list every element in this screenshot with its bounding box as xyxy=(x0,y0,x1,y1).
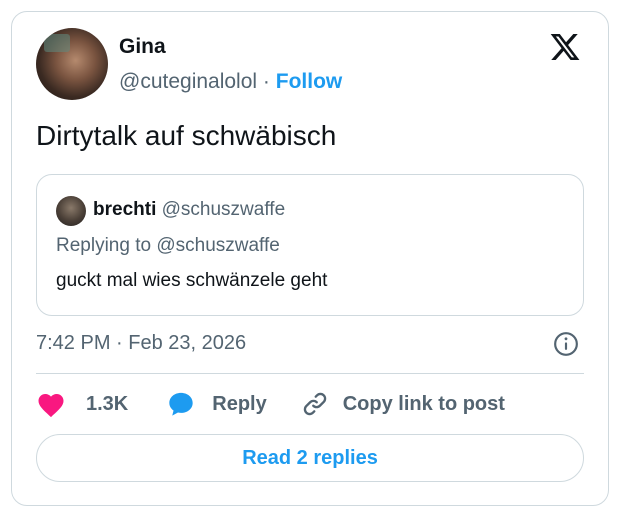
read-replies-button[interactable]: Read 2 replies xyxy=(36,434,584,482)
tweet-timestamp[interactable]: 7:42 PM · Feb 23, 2026 xyxy=(36,332,246,355)
author-name[interactable]: Gina xyxy=(119,35,166,59)
action-bar: 1.3K Reply Copy link to post xyxy=(36,390,505,418)
likes-count: 1.3K xyxy=(86,392,129,415)
author-handle-row: @cuteginalolol · Follow xyxy=(119,70,342,94)
quoted-text: guckt mal wies schwänzele geht xyxy=(56,270,328,291)
quoted-tweet[interactable]: brechti @schuszwaffe Replying to @schusz… xyxy=(36,174,584,316)
tweet-text: Dirtytalk auf schwäbisch xyxy=(36,120,337,151)
separator-dot: · xyxy=(262,70,270,93)
like-button[interactable]: 1.3K xyxy=(36,390,128,418)
reply-label: Reply xyxy=(212,392,267,415)
heart-icon xyxy=(38,394,64,418)
x-logo-icon[interactable] xyxy=(548,31,582,63)
copy-link-label: Copy link to post xyxy=(342,392,505,415)
replying-to: Replying to @schuszwaffe xyxy=(56,235,280,256)
author-handle[interactable]: @cuteginalolol xyxy=(119,70,257,93)
reply-button[interactable]: Reply xyxy=(166,390,267,418)
divider xyxy=(36,373,584,374)
copy-link-button[interactable]: Copy link to post xyxy=(301,390,505,418)
follow-button[interactable]: Follow xyxy=(276,70,343,93)
quoted-author: brechti @schuszwaffe xyxy=(93,199,285,221)
link-icon xyxy=(303,392,326,416)
author-avatar[interactable] xyxy=(36,28,108,100)
speech-bubble-icon xyxy=(169,392,193,416)
quoted-avatar[interactable] xyxy=(56,196,86,226)
quoted-name[interactable]: brechti xyxy=(93,199,156,220)
quoted-handle[interactable]: @schuszwaffe xyxy=(162,199,286,220)
info-icon[interactable] xyxy=(553,331,579,357)
